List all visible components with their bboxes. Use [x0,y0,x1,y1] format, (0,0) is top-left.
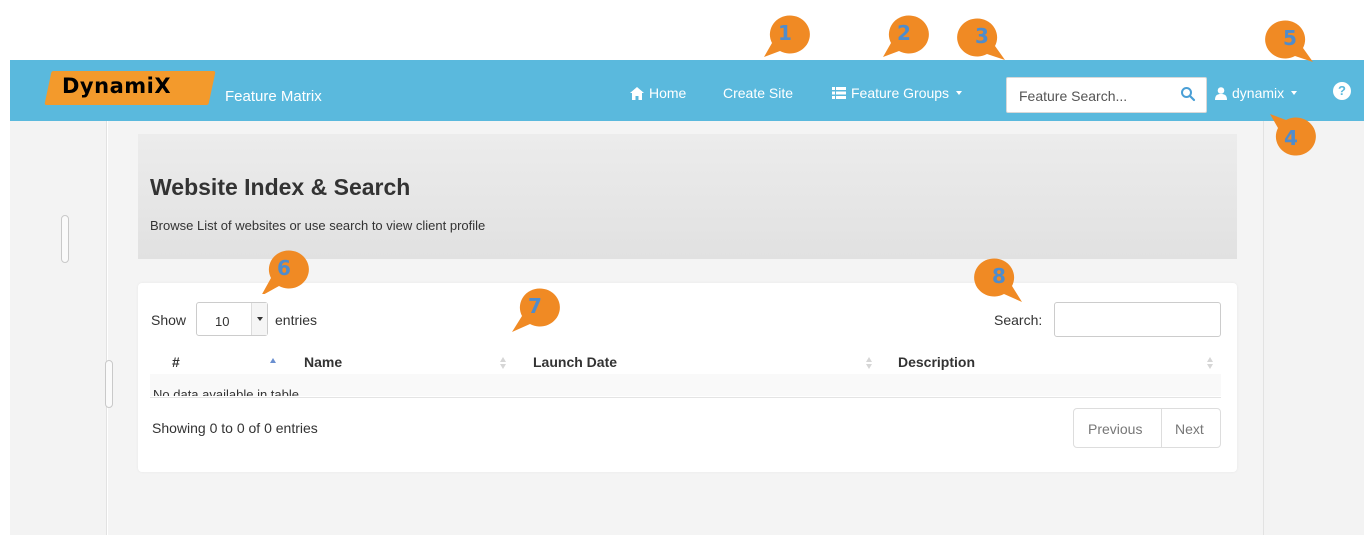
table-search-input[interactable] [1054,302,1221,337]
callout-marker-4: 4 [1266,112,1316,156]
list-icon [832,87,846,99]
nav-feature-groups-label: Feature Groups [851,85,950,101]
page-subtitle: Browse List of websites or use search to… [150,218,486,233]
home-icon [630,86,644,100]
callout-marker-3: 3 [957,18,1007,62]
callout-number: 7 [528,294,542,318]
left-gutter [10,121,107,535]
column-header-description[interactable]: Description [898,354,975,370]
table-search-label: Search: [994,312,1043,328]
pagination: Previous Next [1073,408,1221,448]
table-divider [150,397,1221,398]
callout-marker-2: 2 [879,15,929,59]
entries-per-page-select[interactable]: 10 [196,302,268,336]
entries-per-page-value: 10 [215,314,230,329]
top-navbar: DynamiX Feature Matrix Home Create Site … [10,60,1364,121]
chevron-down-icon [1291,91,1298,95]
previous-page-button[interactable]: Previous [1088,421,1142,437]
help-icon[interactable]: ? [1333,82,1351,100]
entries-label: entries [275,312,318,328]
callout-number: 8 [992,264,1006,288]
nav-home-label: Home [649,85,687,101]
table-empty-message: No data available in table [153,387,299,396]
callout-number: 2 [897,21,911,45]
nav-home-link[interactable]: Home [630,85,686,101]
callout-number: 4 [1284,126,1298,150]
resize-handle[interactable] [61,215,69,263]
app-screen: DynamiX Feature Matrix Home Create Site … [0,0,1364,535]
logo-text[interactable]: DynamiX [62,74,171,98]
sort-both-icon[interactable] [1206,356,1214,370]
sort-both-icon[interactable] [499,356,507,370]
sort-both-icon[interactable] [865,356,873,370]
chevron-down-icon [956,91,963,95]
callout-number: 3 [975,24,989,48]
pagination-divider [1161,409,1162,447]
show-label: Show [151,312,187,328]
resize-handle[interactable] [105,360,113,408]
callout-marker-5: 5 [1265,20,1315,64]
callout-number: 6 [277,256,291,280]
page-header: Website Index & Search Browse List of we… [138,134,1237,259]
callout-marker-1: 1 [760,15,810,59]
callout-marker-7: 7 [510,288,560,332]
nav-create-site-link[interactable]: Create Site [723,85,793,101]
feature-search-placeholder: Feature Search... [1019,88,1128,104]
feature-search-input[interactable]: Feature Search... [1006,77,1207,113]
chevron-down-icon[interactable] [251,303,267,335]
user-menu-label: dynamix [1232,85,1285,101]
page-title: Website Index & Search [150,174,411,200]
nav-create-site-label: Create Site [723,85,794,101]
right-gutter [1263,121,1364,535]
callout-number: 5 [1283,26,1297,50]
callout-marker-6: 6 [259,250,309,294]
column-header-name[interactable]: Name [304,354,342,370]
table-empty-row: No data available in table [150,374,1221,396]
nav-feature-groups-dropdown[interactable]: Feature Groups [832,85,963,101]
user-icon [1215,86,1227,100]
user-menu-dropdown[interactable]: dynamix [1215,85,1298,101]
table-info: Showing 0 to 0 of 0 entries [152,420,318,436]
column-header-number[interactable]: # [172,354,180,370]
next-page-button[interactable]: Next [1175,421,1204,437]
brand-subtitle[interactable]: Feature Matrix [225,88,322,105]
callout-number: 1 [778,21,792,45]
search-icon[interactable] [1180,86,1196,102]
sort-ascending-icon[interactable] [269,356,277,370]
column-header-launch-date[interactable]: Launch Date [533,354,617,370]
callout-marker-8: 8 [974,258,1024,302]
